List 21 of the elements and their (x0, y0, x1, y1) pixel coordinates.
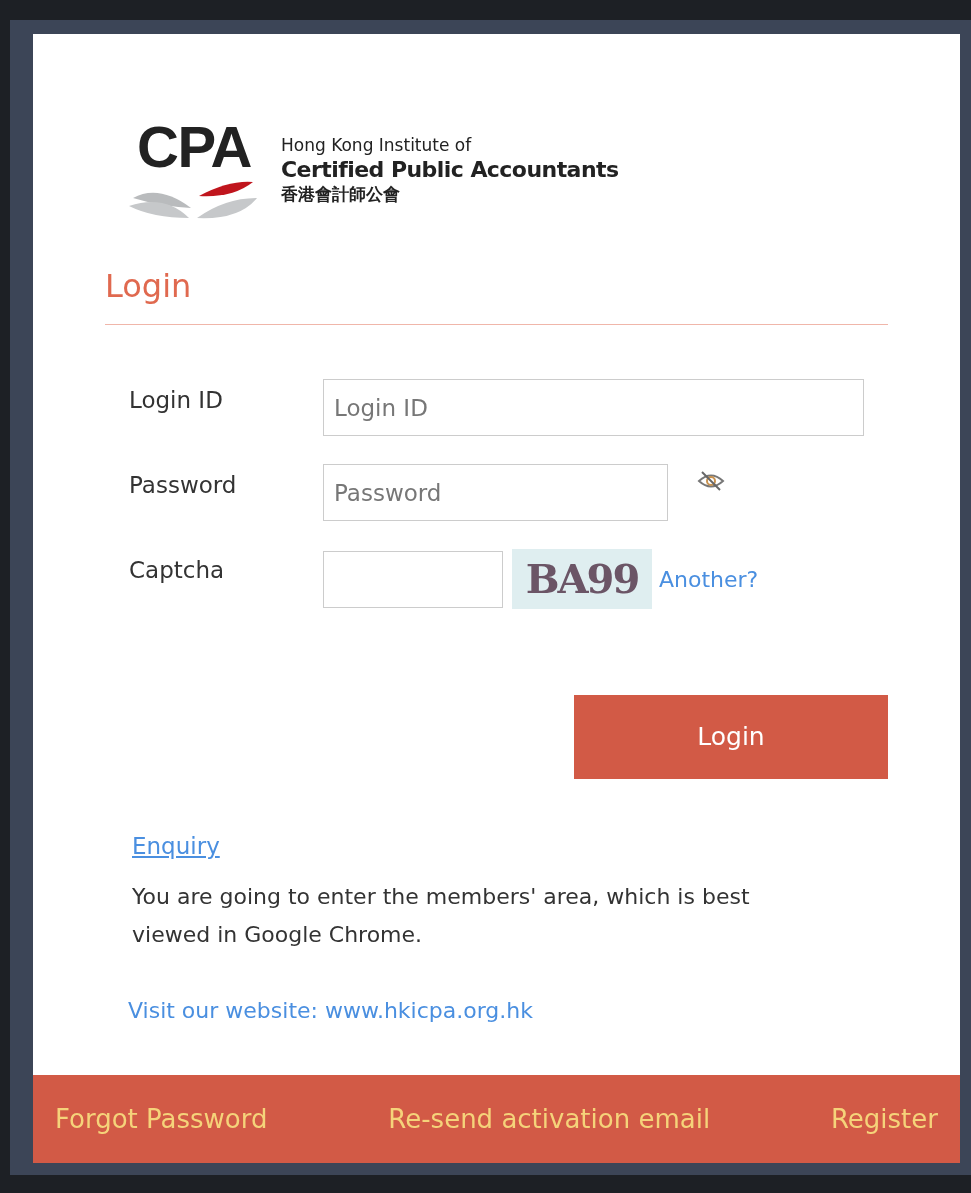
password-field[interactable]: Password (323, 464, 668, 521)
captcha-image: BA99 (512, 549, 652, 609)
institute-name: Hong Kong Institute of (281, 135, 473, 157)
institute-chinese-name: 香港會計師公會 (281, 183, 401, 205)
login-button[interactable]: Login (574, 695, 888, 779)
enquiry-link[interactable]: Enquiry (132, 829, 220, 864)
footer-link[interactable]: Re-send activation email (388, 1099, 711, 1139)
footer-link[interactable]: Forgot Password (55, 1099, 268, 1139)
notice-text: You are going to enter the members' area, which is best viewed in Google Chrome. (132, 882, 751, 949)
field-label: Captcha (129, 556, 226, 585)
another-captcha-link[interactable]: Another? (659, 562, 759, 596)
logo-mark: CPA (137, 118, 251, 176)
login-heading: Login (105, 267, 192, 305)
field-label: Login ID (129, 386, 224, 415)
website-link[interactable]: Visit our website: www.hkicpa.org.hk (128, 993, 533, 1027)
login-id-field[interactable]: Login ID (323, 379, 864, 436)
captcha-field[interactable] (323, 550, 503, 608)
footer-link[interactable]: Register (830, 1099, 938, 1139)
field-label: Password (129, 471, 238, 500)
hide-password-icon[interactable] (697, 470, 725, 492)
institute-name: Certified Public Accountants (281, 156, 619, 184)
